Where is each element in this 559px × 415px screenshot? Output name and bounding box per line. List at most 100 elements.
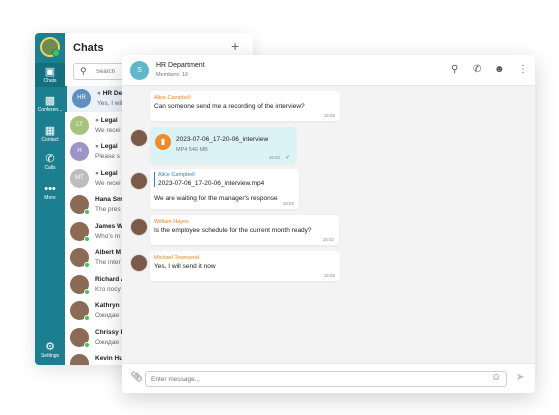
rail-item-conferences[interactable]: ▩ Conferen... [35, 95, 65, 119]
group-avatar[interactable]: S [130, 61, 149, 80]
rail-item-contacts[interactable]: ▦ Contact [35, 125, 65, 149]
avatar: HR [72, 89, 91, 108]
message-text: Yes, I will send it now [154, 263, 216, 270]
chat-last-message: The pres [95, 206, 121, 213]
chat-last-message: Ожидае [95, 338, 120, 346]
chat-name-text: Kevin Hu [95, 355, 124, 362]
avatar [130, 218, 148, 236]
conference-icon: ▩ [44, 95, 56, 107]
chat-name-text: James W [95, 222, 124, 230]
avatar: MT [70, 168, 89, 188]
chat-name-text: Albert M [95, 249, 121, 256]
message-row: ▮ 2023-07-06_17-20-06_interview MP4 546 … [122, 127, 535, 163]
rail-item-more[interactable]: ••• More [35, 183, 65, 207]
chat-name: ● Legal [95, 170, 118, 177]
chat-name: ● Legal [95, 143, 118, 150]
message-text: Can someone send me a recording of the i… [154, 103, 305, 110]
quote-author: Alice Campbell [158, 172, 195, 178]
app-mockup: ▣ Chats ▩ Conferen... ▦ Contact ✆ Calls … [0, 0, 559, 415]
chat-last-message: Please s [95, 153, 120, 160]
chat-last-message: We recei [95, 126, 121, 134]
online-status-dot [84, 341, 90, 348]
more-dots-icon: ••• [44, 183, 56, 195]
chat-last-message: The inter [95, 259, 121, 266]
online-status-dot [84, 288, 90, 295]
message-input[interactable] [145, 371, 507, 387]
reply-message-bubble[interactable]: Alice Campbell 2023-07-06_17-20-06_inter… [150, 169, 299, 209]
chat-name-text: Legal [100, 169, 118, 177]
chat-name-text: HR De [102, 90, 123, 97]
message-author: Alice Campbell [154, 95, 191, 101]
message-bubble[interactable]: Alice Campbell Can someone send me a rec… [150, 91, 340, 121]
rail-item-settings[interactable]: ⚙ Settings [35, 341, 65, 363]
chat-bubble-icon: ▣ [44, 66, 56, 78]
message-time: 15:02 [282, 201, 294, 206]
avatar [70, 354, 89, 365]
quoted-message[interactable]: Alice Campbell 2023-07-06_17-20-06_inter… [154, 172, 264, 187]
chat-name: Hana Sm [95, 196, 123, 203]
message-bubble[interactable]: William Hayes Is the employee schedule f… [150, 215, 339, 245]
chat-name-text: Richard A [95, 275, 126, 283]
file-message-bubble[interactable]: ▮ 2023-07-06_17-20-06_interview MP4 546 … [150, 127, 296, 163]
online-status-dot [84, 262, 90, 268]
message-author: Michael Townsend [154, 255, 200, 261]
quote-text: 2023-07-06_17-20-06_interview.mp4 [158, 180, 265, 187]
contacts-icon: ▦ [44, 125, 56, 137]
read-check-icon: ✓ [284, 155, 290, 161]
message-text: Is the employee schedule for the current… [154, 227, 312, 234]
members-icon[interactable]: ☻ [494, 64, 505, 75]
message-bubble[interactable]: Michael Townsend Yes, I will send it now… [150, 251, 340, 281]
conversation-title[interactable]: HR Department [156, 62, 205, 69]
rail-item-chats[interactable]: ▣ Chats [35, 63, 65, 87]
message-row: Alice Campbell 2023-07-06_17-20-06_inter… [122, 169, 535, 209]
message-time: 15:02 [323, 113, 335, 118]
conversation-window: S HR Department Members: 16 ⚲ ✆ ☻ ⋮ Alic… [122, 55, 535, 393]
chat-name: James W [95, 223, 123, 230]
emoji-icon[interactable]: ☺ [491, 372, 501, 383]
file-icon[interactable]: ▮ [155, 134, 171, 150]
chat-last-message: Yes, I wil [97, 100, 123, 107]
chat-name: ● HR De [97, 90, 122, 97]
message-row: Michael Townsend Yes, I will send it now… [122, 251, 535, 281]
chat-last-message: Who's m [95, 232, 121, 240]
attach-icon[interactable]: 📎︎ [130, 372, 143, 383]
search-icon[interactable]: ⚲ [451, 64, 458, 75]
avatar [130, 172, 148, 190]
rail-item-calls[interactable]: ✆ Calls [35, 153, 65, 177]
chat-name-text: Chrissy I [95, 328, 123, 336]
online-status-dot [84, 235, 90, 242]
message-row: William Hayes Is the employee schedule f… [122, 215, 535, 245]
message-row: Alice Campbell Can someone send me a rec… [122, 91, 535, 121]
chat-name-text: Legal [100, 143, 118, 150]
more-vertical-icon[interactable]: ⋮ [518, 64, 528, 75]
chat-last-message: Кто посу [95, 285, 121, 293]
avatar [130, 129, 148, 147]
file-name: 2023-07-06_17-20-06_interview [176, 136, 269, 143]
avatar: LT [70, 115, 89, 135]
conversation-header: S HR Department Members: 16 ⚲ ✆ ☻ ⋮ [122, 55, 535, 86]
chat-name: Richard A [95, 276, 125, 283]
message-composer: 📎︎ ☺ ➤ [122, 363, 535, 393]
send-icon[interactable]: ➤ [516, 372, 524, 383]
message-text: We are waiting for the manager's respons… [154, 195, 278, 202]
chat-name-text: Kathryn [95, 302, 120, 309]
file-meta: MP4 546 MB [176, 147, 208, 153]
chat-name: Albert M [95, 249, 121, 256]
new-chat-button[interactable]: + [231, 38, 239, 54]
user-avatar[interactable] [40, 37, 60, 57]
nav-rail: ▣ Chats ▩ Conferen... ▦ Contact ✆ Calls … [35, 33, 65, 365]
chat-name: Kathryn [95, 302, 120, 309]
chat-name: Kevin Hu [95, 355, 123, 362]
chats-title: Chats [73, 42, 104, 54]
phone-icon[interactable]: ✆ [473, 64, 481, 75]
chat-name: Chrissy I [95, 329, 122, 336]
avatar [130, 254, 148, 272]
message-time: 15:02 [268, 155, 280, 160]
gear-icon: ⚙ [45, 341, 55, 353]
chat-name-text: Hana Sm [95, 196, 123, 203]
search-icon: ⚲ [80, 66, 87, 76]
avatar: H [70, 142, 89, 161]
message-time: 15:02 [323, 273, 335, 278]
message-time: 15:02 [322, 237, 334, 242]
chat-name-text: Legal [100, 116, 118, 124]
